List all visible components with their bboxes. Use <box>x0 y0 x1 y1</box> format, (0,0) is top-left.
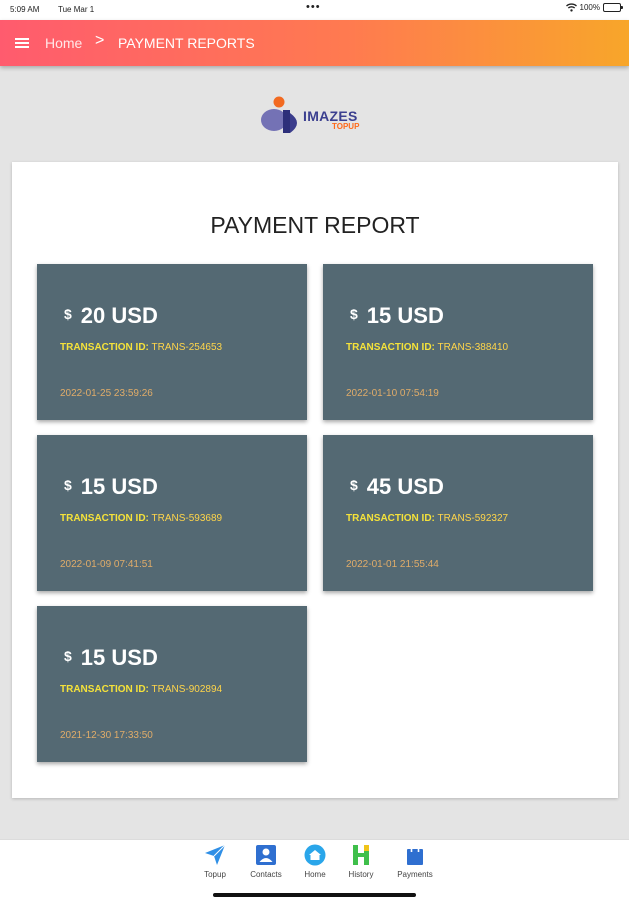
page-title: PAYMENT REPORT <box>210 212 420 238</box>
home-indicator[interactable] <box>213 893 416 897</box>
transaction-id-label: TRANSACTION ID: <box>346 513 435 524</box>
status-bar: 5:09 AM Tue Mar 1 ••• 100% <box>0 0 629 20</box>
status-time: 5:09 AM <box>10 5 40 14</box>
transaction-id-row: TRANSACTION ID: TRANS-593689 <box>60 513 222 524</box>
currency-symbol: $ <box>64 306 72 322</box>
payment-card[interactable]: $ 45 USD TRANSACTION ID: TRANS-592327 20… <box>323 435 593 591</box>
payment-amount: $ 15 USD <box>350 303 444 329</box>
bottom-navigation: Topup Contacts Home History Payments <box>0 839 629 900</box>
payment-datetime: 2022-01-09 07:41:51 <box>60 559 153 570</box>
transaction-id-row: TRANSACTION ID: TRANS-254653 <box>60 342 222 353</box>
breadcrumb-current-page: PAYMENT REPORTS <box>118 35 255 51</box>
payment-amount: $ 15 USD <box>64 645 158 671</box>
amount-value: 20 USD <box>80 303 158 328</box>
logo-subtext: TOPUP <box>332 122 360 131</box>
currency-symbol: $ <box>350 306 358 322</box>
breadcrumb-separator-icon: > <box>95 32 105 49</box>
payment-card[interactable]: $ 15 USD TRANSACTION ID: TRANS-902894 20… <box>37 606 307 762</box>
currency-symbol: $ <box>64 648 72 664</box>
amount-value: 45 USD <box>366 474 444 499</box>
payment-amount: $ 20 USD <box>64 303 158 329</box>
breadcrumb-home-link[interactable]: Home <box>45 35 82 51</box>
nav-item-contacts[interactable]: Contacts <box>246 844 286 879</box>
paper-plane-icon <box>205 844 226 865</box>
transaction-id-value: TRANS-902894 <box>151 684 223 695</box>
transaction-id-value: TRANS-388410 <box>437 342 509 353</box>
imazes-topup-logo: IMAZES TOPUP <box>260 95 372 135</box>
history-icon <box>353 845 369 865</box>
battery-percent: 100% <box>579 3 600 12</box>
nav-label: Payments <box>397 870 433 879</box>
nav-label: Home <box>304 870 326 879</box>
transaction-id-label: TRANSACTION ID: <box>60 513 149 524</box>
transaction-id-label: TRANSACTION ID: <box>60 342 149 353</box>
multitasking-dots-icon[interactable]: ••• <box>306 1 321 13</box>
nav-item-payments[interactable]: Payments <box>395 844 435 879</box>
payment-report-panel: PAYMENT REPORT $ 20 USD TRANSACTION ID: … <box>12 162 618 798</box>
nav-item-history[interactable]: History <box>341 844 381 879</box>
amount-value: 15 USD <box>366 303 444 328</box>
nav-label: Topup <box>204 870 226 879</box>
transaction-id-row: TRANSACTION ID: TRANS-592327 <box>346 513 508 524</box>
currency-symbol: $ <box>350 477 358 493</box>
wifi-icon <box>565 3 577 12</box>
currency-symbol: $ <box>64 477 72 493</box>
status-date: Tue Mar 1 <box>58 5 95 14</box>
shopping-bag-icon <box>407 844 423 865</box>
amount-value: 15 USD <box>80 474 158 499</box>
home-icon <box>304 844 326 866</box>
hamburger-menu-icon[interactable] <box>15 38 29 48</box>
payment-datetime: 2022-01-10 07:54:19 <box>346 388 439 399</box>
payment-amount: $ 15 USD <box>64 474 158 500</box>
payment-card[interactable]: $ 20 USD TRANSACTION ID: TRANS-254653 20… <box>37 264 307 420</box>
app-header: Home > PAYMENT REPORTS <box>0 20 629 66</box>
nav-item-topup[interactable]: Topup <box>195 844 235 879</box>
payment-amount: $ 45 USD <box>350 474 444 500</box>
nav-label: History <box>348 870 374 879</box>
payment-card[interactable]: $ 15 USD TRANSACTION ID: TRANS-388410 20… <box>323 264 593 420</box>
amount-value: 15 USD <box>80 645 158 670</box>
transaction-id-value: TRANS-593689 <box>151 513 223 524</box>
transaction-id-row: TRANSACTION ID: TRANS-388410 <box>346 342 508 353</box>
payment-datetime: 2022-01-01 21:55:44 <box>346 559 439 570</box>
payment-card[interactable]: $ 15 USD TRANSACTION ID: TRANS-593689 20… <box>37 435 307 591</box>
payment-datetime: 2021-12-30 17:33:50 <box>60 730 153 741</box>
status-right: 100% <box>565 3 623 12</box>
transaction-id-value: TRANS-254653 <box>151 342 223 353</box>
battery-icon <box>603 3 623 12</box>
transaction-id-label: TRANSACTION ID: <box>346 342 435 353</box>
transaction-id-row: TRANSACTION ID: TRANS-902894 <box>60 684 222 695</box>
nav-item-home[interactable]: Home <box>295 844 335 879</box>
nav-label: Contacts <box>250 870 282 879</box>
contacts-icon <box>256 845 276 865</box>
transaction-id-label: TRANSACTION ID: <box>60 684 149 695</box>
payment-datetime: 2022-01-25 23:59:26 <box>60 388 153 399</box>
transaction-id-value: TRANS-592327 <box>437 513 509 524</box>
